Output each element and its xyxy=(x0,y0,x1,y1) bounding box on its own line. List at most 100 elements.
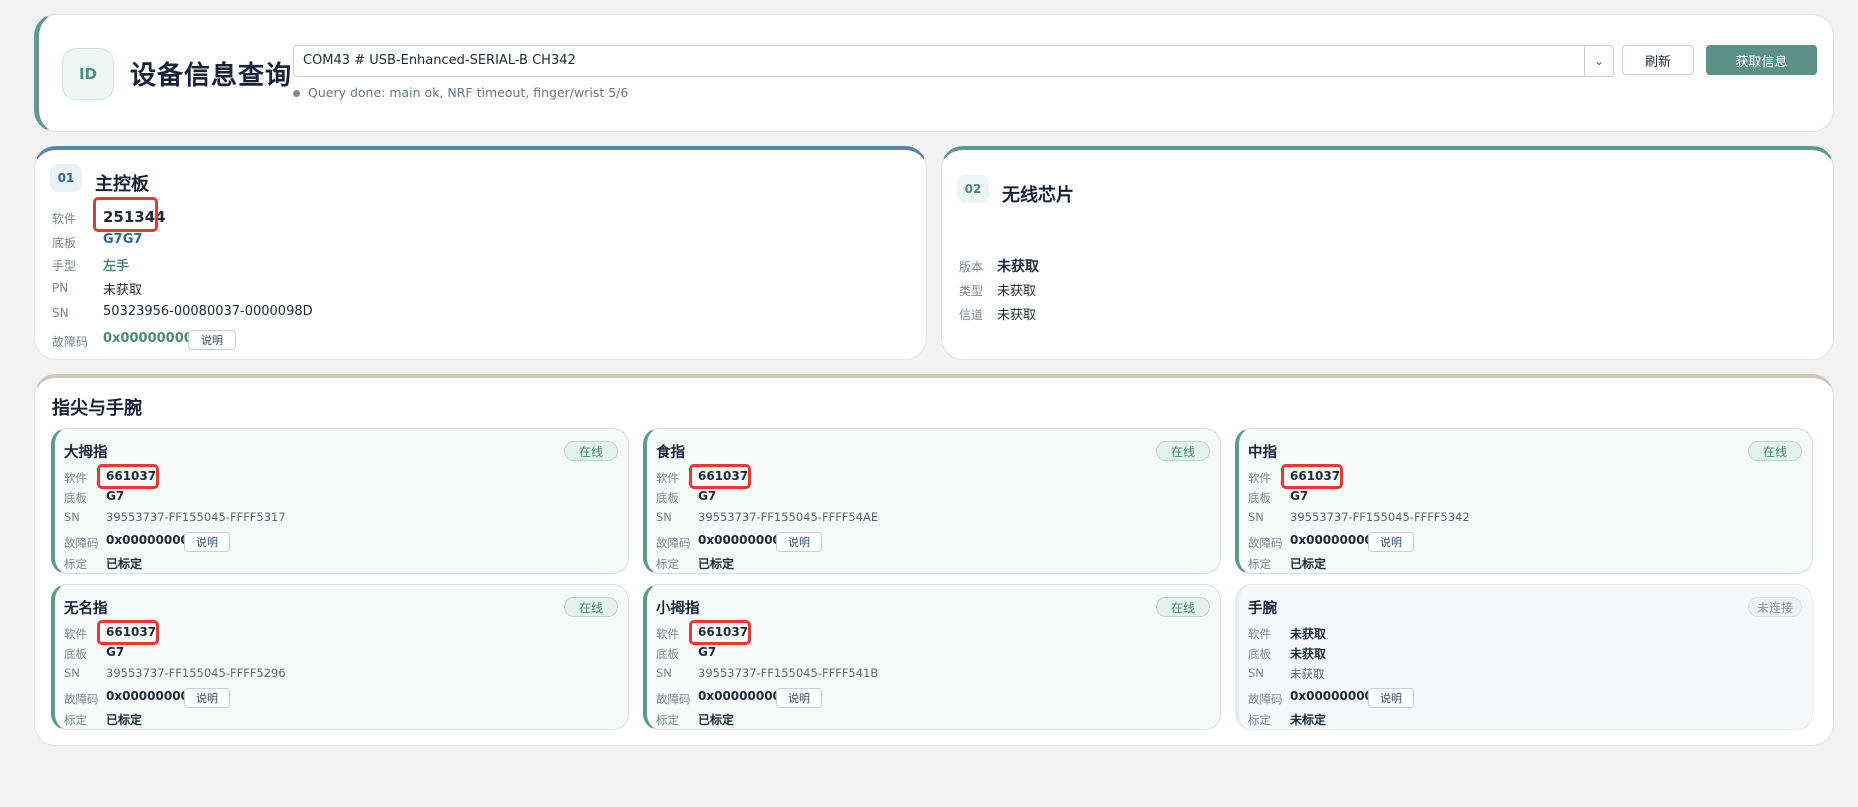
type-value: 未获取 xyxy=(997,284,1037,299)
calib-value: 已标定 xyxy=(106,713,143,727)
sw-value: 未获取 xyxy=(1290,627,1327,641)
status-text: Query done: main ok, NRF timeout, finger… xyxy=(308,85,629,100)
pn-label: PN xyxy=(52,281,69,295)
fault-value: 0x00000000 xyxy=(1290,533,1373,547)
sn-label: SN xyxy=(52,306,69,320)
calib-value: 未标定 xyxy=(1290,713,1327,727)
board-value: G7 xyxy=(106,645,125,659)
explain-button[interactable]: 说明 xyxy=(184,532,230,552)
highlight-box xyxy=(97,464,159,489)
finger-card-ring: 无名指 在线 软件 661037 底板 G7 SN 39553737-FF155… xyxy=(51,584,629,730)
sw-label: 软件 xyxy=(1248,471,1271,485)
board-label: 底板 xyxy=(656,491,679,505)
fault-label: 故障码 xyxy=(1248,536,1283,550)
fingers-card: 指尖与手腕 大拇指 在线 软件 661037 底板 G7 SN 39553737… xyxy=(34,374,1834,746)
fault-value: 0x00000000 xyxy=(103,331,193,346)
board-label: 底板 xyxy=(1248,647,1271,661)
finger-card-pinky: 小拇指 在线 软件 661037 底板 G7 SN 39553737-FF155… xyxy=(643,584,1221,730)
finger-card-index: 食指 在线 软件 661037 底板 G7 SN 39553737-FF1550… xyxy=(643,428,1221,574)
board-value: G7 xyxy=(106,489,125,503)
fault-value: 0x00000000 xyxy=(698,533,781,547)
sw-label: 软件 xyxy=(52,212,77,226)
calib-label: 标定 xyxy=(1248,713,1271,727)
finger-name: 手腕 xyxy=(1248,601,1277,617)
fault-label: 故障码 xyxy=(656,692,691,706)
board-value: G7 xyxy=(698,489,717,503)
explain-button[interactable]: 说明 xyxy=(184,688,230,708)
calib-label: 标定 xyxy=(64,713,87,727)
sn-value: 39553737-FF155045-FFFF5296 xyxy=(106,666,286,680)
board-value: G7 xyxy=(1290,489,1309,503)
status-line: Query done: main ok, NRF timeout, finger… xyxy=(293,85,628,100)
explain-button[interactable]: 说明 xyxy=(1368,532,1414,552)
fault-label: 故障码 xyxy=(656,536,691,550)
board-value: G7 xyxy=(698,645,717,659)
calib-value: 已标定 xyxy=(1290,557,1327,571)
port-select[interactable]: COM43 # USB-Enhanced-SERIAL-B CH342 xyxy=(293,45,1604,77)
calib-label: 标定 xyxy=(1248,557,1271,571)
fault-value: 0x00000000 xyxy=(106,533,189,547)
sn-value: 39553737-FF155045-FFFF541B xyxy=(698,666,879,680)
calib-label: 标定 xyxy=(64,557,87,571)
wrist-card: 手腕 未连接 软件 未获取 底板 未获取 SN 未获取 故障码 0x000000… xyxy=(1235,584,1813,730)
section-number: 02 xyxy=(957,175,989,203)
board-label: 底板 xyxy=(1248,491,1271,505)
type-label: 类型 xyxy=(959,284,984,298)
fault-value: 0x00000000 xyxy=(106,689,189,703)
channel-label: 信道 xyxy=(959,308,984,322)
fault-label: 故障码 xyxy=(64,692,99,706)
status-dot-icon xyxy=(293,90,300,97)
sn-value: 未获取 xyxy=(1290,667,1325,681)
status-badge: 在线 xyxy=(564,441,618,461)
channel-value: 未获取 xyxy=(997,308,1037,323)
section-title: 主控板 xyxy=(95,174,149,195)
finger-card-middle: 中指 在线 软件 661037 底板 G7 SN 39553737-FF1550… xyxy=(1235,428,1813,574)
chevron-down-icon[interactable]: ⌄ xyxy=(1584,45,1614,77)
version-label: 版本 xyxy=(959,260,984,274)
explain-button[interactable]: 说明 xyxy=(776,688,822,708)
section-title: 指尖与手腕 xyxy=(52,398,142,419)
status-badge: 在线 xyxy=(1156,597,1210,617)
hand-value: 左手 xyxy=(103,259,130,274)
calib-label: 标定 xyxy=(656,713,679,727)
explain-button[interactable]: 说明 xyxy=(776,532,822,552)
fault-label: 故障码 xyxy=(64,536,99,550)
board-value: G7G7 xyxy=(103,232,143,247)
fault-label: 故障码 xyxy=(52,335,89,349)
finger-name: 中指 xyxy=(1248,445,1277,461)
board-label: 底板 xyxy=(64,647,87,661)
wireless-card: 02 无线芯片 版本 未获取 类型 未获取 信道 未获取 xyxy=(941,146,1834,360)
page-title: 设备信息查询 xyxy=(130,61,293,91)
sn-value: 50323956-00080037-0000098D xyxy=(103,304,313,319)
version-value: 未获取 xyxy=(997,259,1039,275)
board-label: 底板 xyxy=(52,236,77,250)
calib-value: 已标定 xyxy=(698,557,735,571)
sw-label: 软件 xyxy=(656,627,679,641)
sw-label: 软件 xyxy=(1248,627,1271,641)
section-title: 无线芯片 xyxy=(1002,185,1074,206)
fault-label: 故障码 xyxy=(1248,692,1283,706)
finger-name: 小拇指 xyxy=(656,601,700,617)
status-badge: 在线 xyxy=(1156,441,1210,461)
sn-label: SN xyxy=(656,666,672,680)
highlight-box xyxy=(1281,464,1343,489)
sw-label: 软件 xyxy=(64,627,87,641)
section-number: 01 xyxy=(50,164,82,192)
explain-button[interactable]: 说明 xyxy=(188,330,236,350)
pn-value: 未获取 xyxy=(103,283,143,298)
sn-value: 39553737-FF155045-FFFF54AE xyxy=(698,510,879,524)
finger-name: 食指 xyxy=(656,445,685,461)
sw-label: 软件 xyxy=(656,471,679,485)
refresh-button[interactable]: 刷新 xyxy=(1622,45,1694,75)
sn-label: SN xyxy=(64,666,80,680)
fault-value: 0x00000000 xyxy=(698,689,781,703)
hand-label: 手型 xyxy=(52,259,77,273)
id-badge-icon: ID xyxy=(62,48,114,100)
finger-card-thumb: 大拇指 在线 软件 661037 底板 G7 SN 39553737-FF155… xyxy=(51,428,629,574)
sn-label: SN xyxy=(1248,666,1264,680)
highlight-box xyxy=(97,620,159,645)
explain-button[interactable]: 说明 xyxy=(1368,688,1414,708)
status-badge: 在线 xyxy=(564,597,618,617)
fetch-info-button[interactable]: 获取信息 xyxy=(1706,45,1817,75)
fault-value: 0x00000000 xyxy=(1290,689,1373,703)
